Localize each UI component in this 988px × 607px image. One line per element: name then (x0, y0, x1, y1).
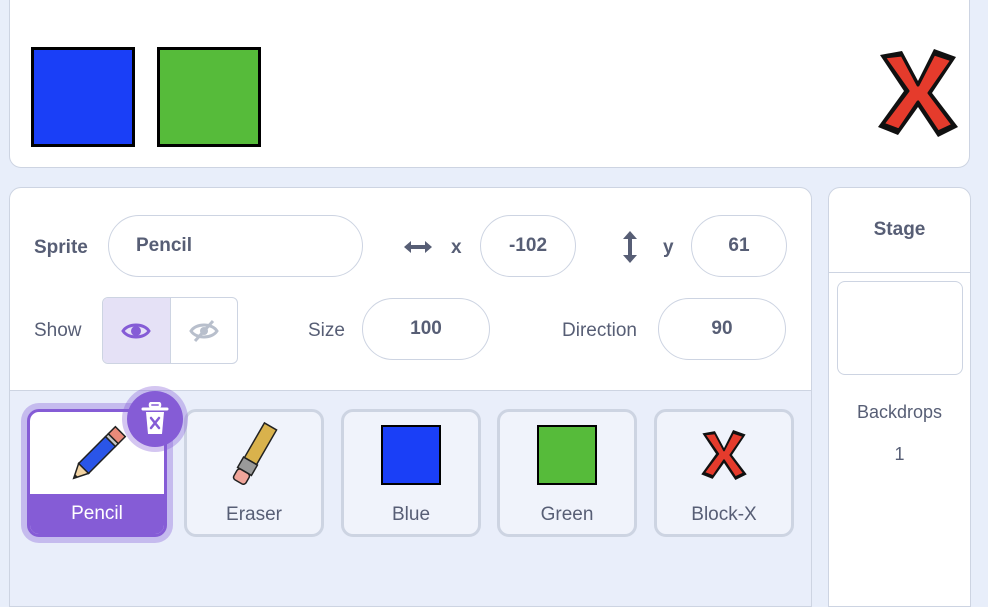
blue-square-sprite[interactable] (31, 47, 135, 147)
sprite-tile-label: Block-X (691, 504, 757, 525)
show-visible-button[interactable] (103, 298, 171, 363)
sprite-tile-block-x[interactable]: Block-X (654, 409, 794, 537)
sprite-tile-green[interactable]: Green (497, 409, 637, 537)
pencil-icon (72, 425, 127, 480)
show-label: Show (34, 320, 82, 341)
size-input[interactable]: 100 (362, 298, 490, 360)
sprite-tile-label: Pencil (30, 494, 164, 534)
sprite-thumbnail (500, 412, 634, 497)
sprite-tile-blue[interactable]: Blue (341, 409, 481, 537)
x-input[interactable]: -102 (480, 215, 576, 277)
stage-selector-pane[interactable]: Stage Backdrops 1 (828, 187, 971, 607)
sprite-tile-label: Green (540, 504, 594, 525)
sprite-pane: Sprite Pencil x -102 y 61 Show Size 100 … (9, 187, 812, 607)
sprite-tile-label: Eraser (226, 504, 282, 525)
block-x-icon (701, 429, 747, 480)
trash-icon (141, 402, 169, 434)
y-label: y (663, 237, 674, 258)
delete-sprite-button[interactable] (127, 391, 183, 447)
sprite-tile-eraser[interactable]: Eraser (184, 409, 324, 537)
backdrops-label: Backdrops (856, 402, 943, 422)
sprite-thumbnail (657, 412, 791, 497)
show-toggle (102, 297, 238, 364)
stage-canvas[interactable] (9, 0, 970, 168)
y-input[interactable]: 61 (691, 215, 787, 277)
stage-title: Stage (829, 188, 970, 273)
sprite-label: Sprite (34, 237, 88, 258)
show-hidden-button[interactable] (171, 298, 238, 363)
sprite-name-input[interactable]: Pencil (108, 215, 363, 277)
sprite-info: Sprite Pencil x -102 y 61 Show Size 100 … (10, 188, 811, 390)
backdrops-count: 1 (894, 444, 905, 464)
sprite-thumbnail (187, 412, 321, 497)
eraser-icon (232, 421, 278, 485)
sprite-thumbnail (344, 412, 478, 497)
x-label: x (451, 237, 462, 258)
direction-label: Direction (562, 320, 637, 341)
vertical-arrows-icon (623, 231, 637, 263)
green-square-sprite[interactable] (157, 47, 261, 147)
size-label: Size (308, 320, 345, 341)
blue-square-icon (381, 424, 441, 485)
stage-thumbnail[interactable] (837, 281, 963, 375)
direction-input[interactable]: 90 (658, 298, 786, 360)
green-square-icon (537, 424, 597, 485)
horizontal-arrows-icon (404, 241, 432, 253)
eye-icon (121, 323, 152, 338)
eye-slash-icon (188, 319, 219, 342)
block-x-sprite[interactable] (874, 47, 962, 139)
sprite-tile-label: Blue (391, 504, 431, 525)
